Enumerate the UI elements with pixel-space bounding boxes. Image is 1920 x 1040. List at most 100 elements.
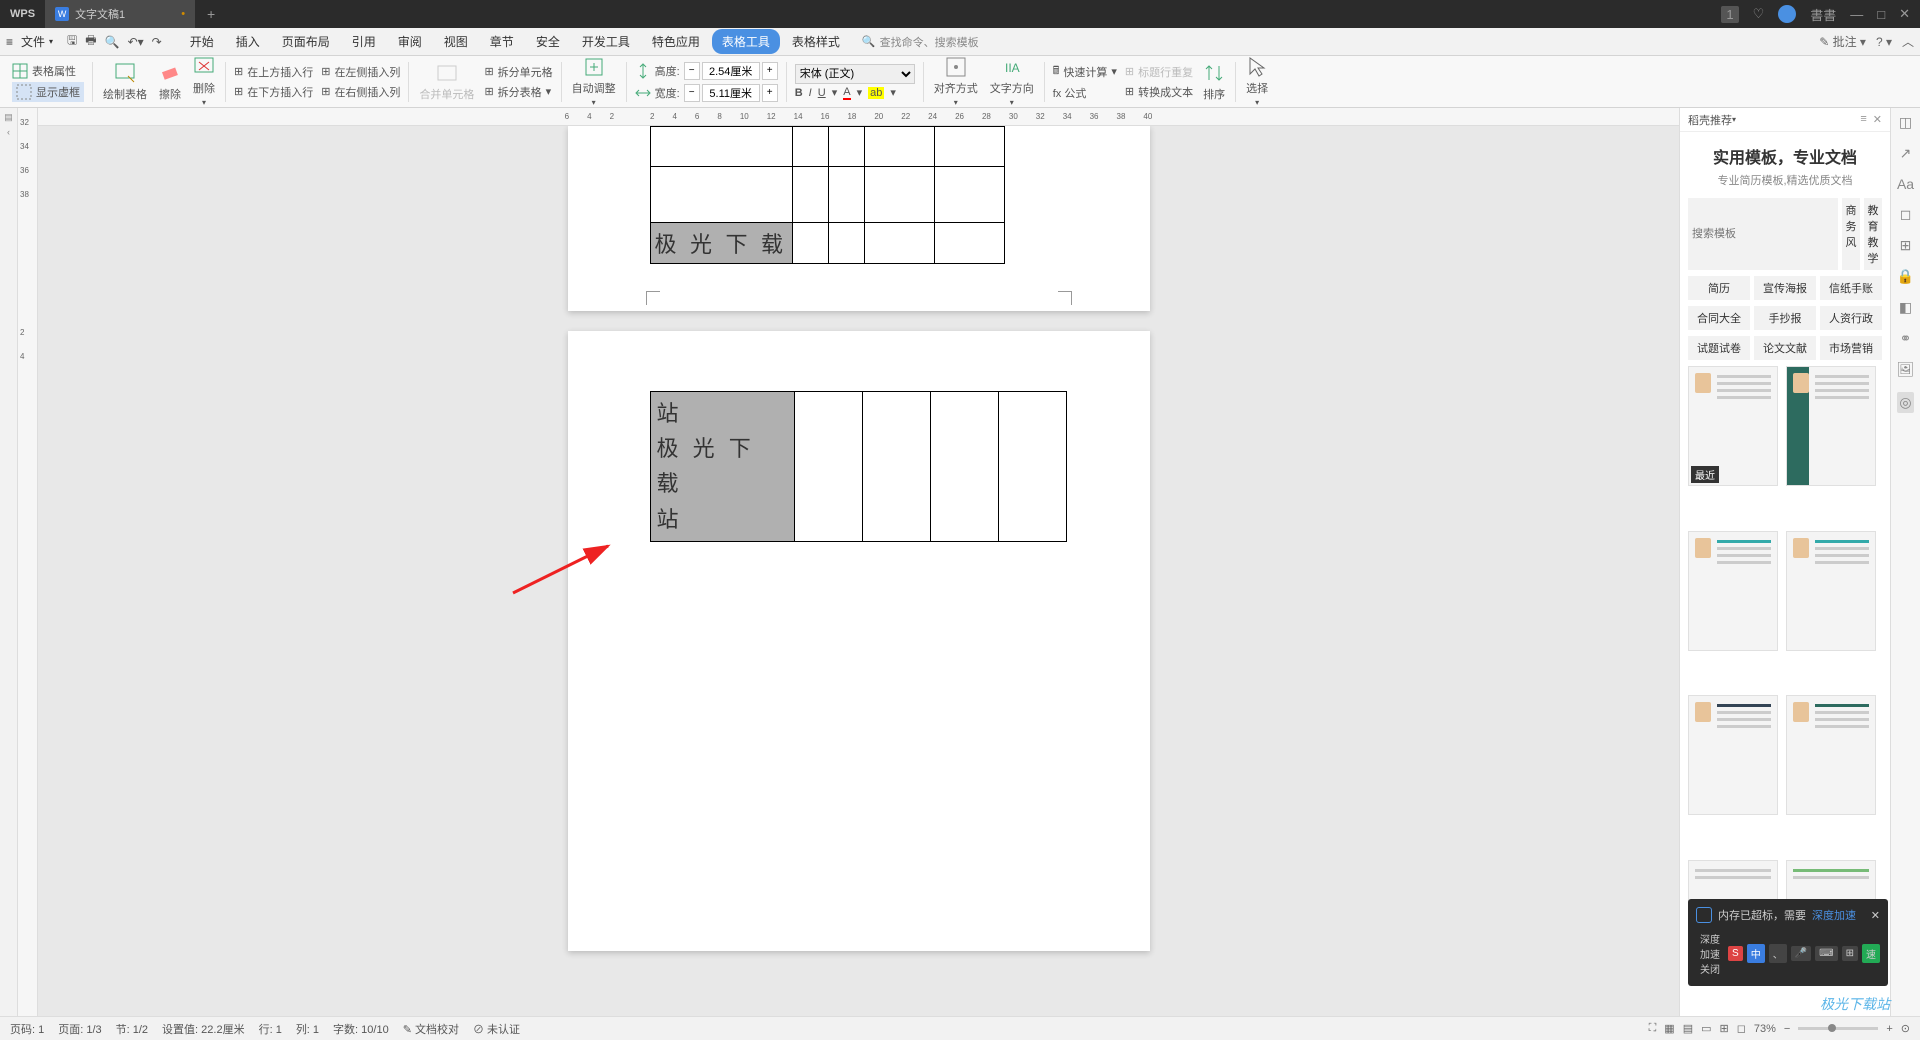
nav-chevron-icon[interactable]: ‹ bbox=[7, 127, 10, 137]
zoom-in-button[interactable]: + bbox=[1886, 1023, 1892, 1035]
insert-row-below[interactable]: ⊞ 在下方插入行 bbox=[234, 83, 313, 101]
notif-badge[interactable]: 1 bbox=[1721, 6, 1738, 23]
font-select[interactable]: 宋体 (正文) bbox=[795, 64, 915, 84]
print-icon[interactable]: 🖶 bbox=[85, 31, 96, 52]
template-thumb[interactable] bbox=[1688, 531, 1778, 651]
side-cursor-icon[interactable]: ↗ bbox=[1900, 145, 1912, 162]
tab-reference[interactable]: 引用 bbox=[342, 29, 386, 54]
width-input[interactable] bbox=[702, 84, 760, 102]
cat-thesis[interactable]: 论文文献 bbox=[1754, 336, 1816, 360]
tab-tablestyle[interactable]: 表格样式 bbox=[782, 29, 850, 54]
zoom-slider[interactable] bbox=[1798, 1027, 1878, 1030]
width-minus[interactable]: − bbox=[684, 84, 700, 102]
tab-start[interactable]: 开始 bbox=[180, 29, 224, 54]
insert-row-above[interactable]: ⊞ 在上方插入行 bbox=[234, 63, 313, 81]
side-templates-icon[interactable]: ◫ bbox=[1899, 114, 1912, 131]
close-button[interactable]: ✕ bbox=[1899, 6, 1910, 22]
minimize-button[interactable]: — bbox=[1850, 7, 1863, 22]
cat-contract[interactable]: 合同大全 bbox=[1688, 306, 1750, 330]
autofit-button[interactable]: 自动调整▾ bbox=[566, 56, 622, 107]
table-1[interactable]: 极 光 下 载 bbox=[650, 126, 1005, 264]
font-color-button[interactable]: A bbox=[843, 86, 850, 100]
tab-layout[interactable]: 页面布局 bbox=[272, 29, 340, 54]
tab-devtools[interactable]: 开发工具 bbox=[572, 29, 640, 54]
status-pages[interactable]: 页面: 1/3 bbox=[58, 1021, 101, 1037]
tab-review[interactable]: 审阅 bbox=[388, 29, 432, 54]
tab-education[interactable]: 教育教学 bbox=[1864, 198, 1882, 270]
tab-tabletools[interactable]: 表格工具 bbox=[712, 29, 780, 54]
tab-insert[interactable]: 插入 bbox=[226, 29, 270, 54]
insert-col-right[interactable]: ⊞ 在右侧插入列 bbox=[321, 83, 400, 101]
table-2[interactable]: 站 极 光 下 载 站 bbox=[650, 391, 1067, 542]
notif-close-icon[interactable]: ✕ bbox=[1871, 909, 1880, 922]
view-outline-icon[interactable]: ▭ bbox=[1701, 1022, 1711, 1035]
tab-security[interactable]: 安全 bbox=[526, 29, 570, 54]
height-plus[interactable]: + bbox=[762, 62, 778, 80]
insert-col-left[interactable]: ⊞ 在左侧插入列 bbox=[321, 63, 400, 81]
bold-button[interactable]: B bbox=[795, 87, 803, 99]
side-shape-icon[interactable]: ◻ bbox=[1900, 206, 1912, 223]
tab-special[interactable]: 特色应用 bbox=[642, 29, 710, 54]
template-thumb[interactable] bbox=[1786, 531, 1876, 651]
delete-button[interactable]: 删除▾ bbox=[187, 56, 221, 107]
ime-s-icon[interactable]: S bbox=[1728, 946, 1743, 961]
side-style-icon[interactable]: Aa bbox=[1897, 176, 1914, 192]
ime-mic-icon[interactable]: 🎤 bbox=[1791, 946, 1811, 961]
tab-business[interactable]: 商务风 bbox=[1842, 198, 1860, 270]
tab-section[interactable]: 章节 bbox=[480, 29, 524, 54]
table-props-button[interactable]: 表格属性 bbox=[12, 62, 84, 80]
redo-icon[interactable]: ↷ bbox=[152, 35, 162, 49]
maximize-button[interactable]: □ bbox=[1877, 7, 1885, 22]
view-focus-icon[interactable]: ◻ bbox=[1737, 1022, 1746, 1035]
ime-accel-icon[interactable]: 速 bbox=[1862, 944, 1880, 963]
split-table-button[interactable]: ⊞ 拆分表格 ▾ bbox=[484, 83, 552, 101]
view-read-icon[interactable]: ▤ bbox=[1683, 1022, 1693, 1035]
doc-tab[interactable]: W 文字文稿1 • bbox=[45, 0, 195, 28]
page-1-bottom[interactable]: 极 光 下 载 bbox=[568, 126, 1150, 311]
view-web-icon[interactable]: ⊞ bbox=[1720, 1022, 1729, 1035]
side-chain-icon[interactable]: ⚭ bbox=[1900, 330, 1912, 347]
sort-button[interactable]: 排序 bbox=[1197, 62, 1231, 102]
cat-exam[interactable]: 试题试卷 bbox=[1688, 336, 1750, 360]
panel-menu-icon[interactable]: ≡ bbox=[1860, 113, 1866, 126]
formula-button[interactable]: fx 公式 bbox=[1053, 84, 1117, 102]
erase-button[interactable]: 擦除 bbox=[153, 62, 187, 102]
ime-punct[interactable]: 、 bbox=[1769, 944, 1787, 963]
underline-button[interactable]: U bbox=[818, 87, 826, 99]
split-cell-button[interactable]: ⊞ 拆分单元格 bbox=[484, 63, 552, 81]
width-plus[interactable]: + bbox=[762, 84, 778, 102]
document-scroll[interactable]: 极 光 下 载 站 极 光 下 载 站 bbox=[38, 126, 1679, 1016]
status-words[interactable]: 字数: 10/10 bbox=[333, 1021, 389, 1037]
nav-outline-icon[interactable]: ▤ bbox=[4, 112, 13, 123]
cat-letter[interactable]: 信纸手账 bbox=[1820, 276, 1882, 300]
fullscreen-icon[interactable]: ⛶ bbox=[1649, 1022, 1657, 1035]
table2-cell-selected[interactable]: 站 极 光 下 载 站 bbox=[650, 392, 794, 542]
cat-marketing[interactable]: 市场营销 bbox=[1820, 336, 1882, 360]
save-icon[interactable]: 🖫 bbox=[67, 31, 77, 52]
template-thumb[interactable] bbox=[1786, 695, 1876, 815]
add-tab-button[interactable]: + bbox=[195, 6, 227, 22]
side-image-icon[interactable]: 🖼 bbox=[1897, 361, 1915, 378]
height-input[interactable] bbox=[702, 62, 760, 80]
page-2[interactable]: 站 极 光 下 载 站 bbox=[568, 331, 1150, 951]
calc-button[interactable]: 🖩 快速计算 ▾ bbox=[1053, 61, 1117, 82]
side-lock-icon[interactable]: 🔒 bbox=[1897, 268, 1914, 285]
hamburger-icon[interactable]: ≡ bbox=[6, 35, 13, 49]
fit-icon[interactable]: ⊙ bbox=[1901, 1022, 1910, 1035]
highlight-button[interactable]: ab bbox=[868, 87, 884, 99]
ime-grid-icon[interactable]: ⊞ bbox=[1842, 946, 1858, 961]
comment-button[interactable]: ✎ 批注 ▾ bbox=[1819, 33, 1866, 50]
show-frame-button[interactable]: 显示虚框 bbox=[12, 82, 84, 102]
undo-icon[interactable]: ↶▾ bbox=[128, 35, 144, 49]
horizontal-ruler[interactable]: 642246810121416182022242628303234363840 bbox=[38, 108, 1679, 126]
user-avatar[interactable] bbox=[1778, 5, 1796, 23]
side-clip-icon[interactable]: ◧ bbox=[1899, 299, 1912, 316]
draw-table-button[interactable]: 绘制表格 bbox=[97, 62, 153, 102]
vertical-ruler[interactable]: 32 34 36 38 2 4 bbox=[18, 108, 38, 1016]
preview-icon[interactable]: 🔍 bbox=[105, 35, 120, 49]
menu-help-icon[interactable]: ? ▾ bbox=[1876, 35, 1892, 49]
align-button[interactable]: 对齐方式▾ bbox=[928, 56, 984, 107]
template-thumb[interactable]: 最近 bbox=[1688, 366, 1778, 486]
cat-poster[interactable]: 宣传海报 bbox=[1754, 276, 1816, 300]
status-spellcheck[interactable]: ✎ 文档校对 bbox=[403, 1021, 459, 1037]
